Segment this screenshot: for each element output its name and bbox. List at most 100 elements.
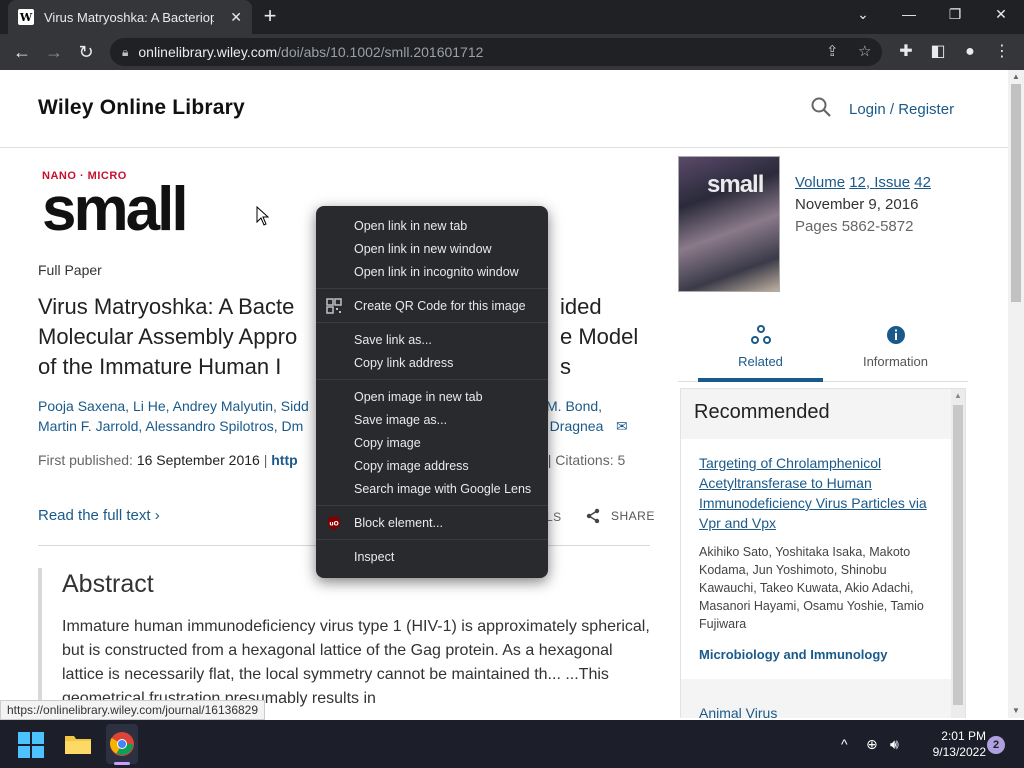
menu-item-label: Open link in incognito window [354, 264, 519, 279]
first-published-label: First published: [38, 452, 133, 468]
ublock-shield-icon: uO [328, 516, 340, 530]
page-scrollbar[interactable]: ▲ ▼ [1008, 70, 1024, 718]
side-panel-icon[interactable]: ◧ [926, 40, 950, 64]
menu-create-qr-code[interactable]: Create QR Code for this image [316, 294, 548, 317]
tab-close-icon[interactable]: ✕ [230, 9, 242, 26]
chevron-right-icon: › [154, 507, 160, 524]
recommended-item-2-title[interactable]: Animal Virus [699, 705, 777, 718]
tab-title: Virus Matryoshka: A Bacteriophage [44, 9, 214, 25]
menu-item-label: Copy link address [354, 355, 454, 370]
menu-open-link-new-window[interactable]: Open link in new window [316, 237, 548, 260]
system-clock[interactable]: 2:01 PM 9/13/2022 [918, 728, 986, 760]
page-scroll-thumb[interactable] [1011, 84, 1021, 302]
share-button[interactable]: SHARE [585, 508, 655, 524]
read-full-text-label: Read the full text [38, 507, 151, 524]
citations-count[interactable]: Citations: 5 [555, 452, 625, 468]
scroll-up-arrow-icon[interactable]: ▲ [954, 391, 962, 400]
read-full-text-link[interactable]: Read the full text › [38, 507, 160, 524]
email-envelope-icon[interactable]: ✉ [616, 416, 628, 436]
notification-badge[interactable]: 2 [987, 736, 1005, 754]
authors-line-2[interactable]: Martin F. Jarrold, Alessandro Spilotros,… [38, 418, 303, 434]
url-host: onlinelibrary.wiley.com [138, 44, 278, 60]
issue-link[interactable]: Issue [874, 174, 910, 191]
issue-pages: Pages 5862-5872 [795, 218, 914, 235]
site-header: Wiley Online Library Login / Register [0, 70, 1008, 148]
chrome-menu-kebab-icon[interactable]: ⋮ [990, 40, 1014, 64]
browser-tab-bar: W Virus Matryoshka: A Bacteriophage ✕ + … [0, 0, 1024, 34]
tab-search-chevron-icon[interactable]: ⌄ [853, 6, 873, 23]
address-bar[interactable]: 🔒︎ onlinelibrary.wiley.com/doi/abs/10.10… [110, 38, 882, 66]
recommended-panel: Recommended Targeting of Chrolamphenicol… [680, 388, 966, 718]
menu-item-label: Copy image address [354, 458, 469, 473]
bookmark-star-icon[interactable]: ☆ [858, 42, 871, 60]
title-line-1: Virus Matryoshka: A Bacte [38, 294, 295, 319]
title-line-3-end: s [560, 354, 571, 379]
recommended-item-topic[interactable]: Microbiology and Immunology [699, 647, 933, 662]
file-explorer-icon[interactable] [64, 732, 92, 756]
clock-time: 2:01 PM [941, 729, 986, 743]
authors-line-1[interactable]: Pooja Saxena, Li He, Andrey Malyutin, Si… [38, 398, 309, 414]
tray-overflow-chevron-icon[interactable]: ^ [841, 736, 848, 752]
menu-copy-image[interactable]: Copy image [316, 431, 548, 454]
journal-cover-image[interactable]: small [678, 156, 780, 292]
search-icon[interactable] [810, 96, 832, 118]
reload-button[interactable]: ↻ [74, 40, 98, 64]
wiley-online-library-logo[interactable]: Wiley Online Library [38, 96, 245, 120]
lock-icon: 🔒︎ [122, 44, 129, 59]
recommended-scroll-thumb[interactable] [953, 405, 963, 705]
menu-open-link-new-tab[interactable]: Open link in new tab [316, 214, 548, 237]
menu-item-label: Copy image [354, 435, 421, 450]
menu-item-label: Save image as... [354, 412, 448, 427]
volume-number-link[interactable]: 12 [849, 174, 866, 191]
minimize-button[interactable]: — [899, 6, 919, 22]
context-menu: Open link in new tab Open link in new wi… [316, 206, 548, 578]
chrome-icon[interactable] [109, 731, 135, 757]
network-globe-icon[interactable]: ⊕ [866, 736, 878, 753]
share-icon [586, 508, 600, 524]
windows-start-icon[interactable] [18, 732, 44, 758]
profile-avatar-icon[interactable]: ● [958, 40, 982, 64]
menu-copy-image-address[interactable]: Copy image address [316, 454, 548, 477]
volume-link[interactable]: Volume [795, 174, 845, 191]
back-button[interactable]: ← [10, 40, 34, 64]
volume-speaker-icon[interactable]: 🔊︎ [890, 736, 899, 753]
login-register-link[interactable]: Login / Register [849, 101, 954, 118]
recommended-scrollbar[interactable]: ▲ [951, 389, 965, 718]
url-path: /doi/abs/10.1002/smll.201601712 [277, 44, 484, 60]
menu-save-image-as[interactable]: Save image as... [316, 408, 548, 431]
close-window-button[interactable]: ✕ [991, 6, 1011, 23]
menu-copy-link-address[interactable]: Copy link address [316, 351, 548, 374]
active-app-indicator [114, 762, 130, 765]
extensions-puzzle-icon[interactable]: ✚ [894, 40, 918, 64]
menu-block-element[interactable]: uO Block element... [316, 511, 548, 534]
title-line-3: of the Immature Human I [38, 354, 282, 379]
related-network-icon [750, 325, 771, 344]
issue-number-link[interactable]: 42 [914, 174, 931, 191]
small-journal-logo[interactable]: NANO · MICRO small [42, 170, 189, 242]
clock-date: 9/13/2022 [932, 745, 986, 759]
browser-tab-active[interactable]: W Virus Matryoshka: A Bacteriophage ✕ [8, 0, 252, 34]
menu-separator [316, 322, 548, 323]
recommended-item-title[interactable]: Targeting of Chrolamphenicol Acetyltrans… [699, 453, 933, 533]
page-scroll-up-icon[interactable]: ▲ [1012, 72, 1020, 81]
menu-search-google-lens[interactable]: Search image with Google Lens [316, 477, 548, 500]
menu-save-link-as[interactable]: Save link as... [316, 328, 548, 351]
menu-open-image-new-tab[interactable]: Open image in new tab [316, 385, 548, 408]
page-scroll-down-icon[interactable]: ▼ [1012, 706, 1020, 715]
tools-button[interactable]: LS [546, 510, 562, 524]
recommended-item-authors: Akihiko Sato, Yoshitaka Isaka, Makoto Ko… [699, 545, 924, 631]
menu-separator [316, 288, 548, 289]
menu-inspect[interactable]: Inspect [316, 545, 548, 568]
share-page-icon[interactable]: ⇪ [826, 42, 839, 60]
tab-information[interactable]: Information [823, 320, 968, 382]
abstract-text: Immature human immunodeficiency virus ty… [62, 618, 650, 707]
restore-button[interactable]: ❐ [945, 6, 965, 23]
menu-separator [316, 539, 548, 540]
tab-related[interactable]: Related [698, 320, 823, 382]
menu-open-link-incognito[interactable]: Open link in incognito window [316, 260, 548, 283]
authors-line-1-end[interactable]: M. Bond, [546, 396, 602, 416]
new-tab-button[interactable]: + [258, 5, 282, 29]
forward-button[interactable]: → [42, 40, 66, 64]
doi-link[interactable]: http [271, 452, 297, 468]
wiley-favicon-icon: W [18, 9, 34, 25]
